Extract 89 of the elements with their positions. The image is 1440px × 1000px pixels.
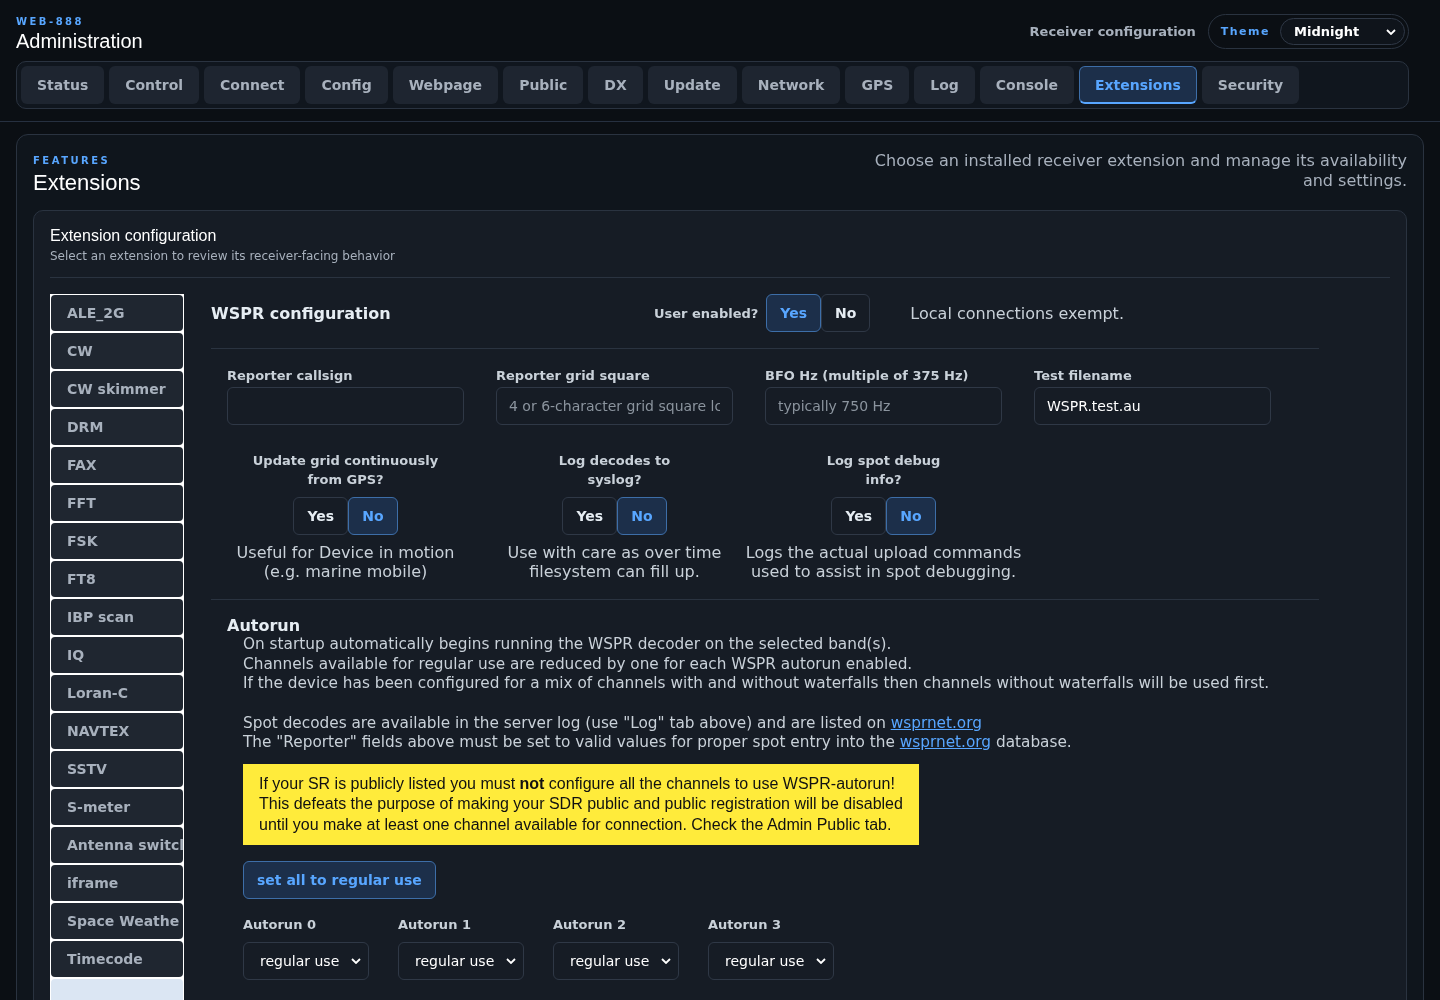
chevron-down-icon [351, 958, 361, 964]
field-label: User enabled? [654, 305, 759, 321]
toggle-option[interactable]: No [821, 294, 871, 332]
toggle-option[interactable]: Yes [766, 294, 821, 332]
input-field[interactable]: WSPR.test.au [1034, 387, 1271, 425]
section-eyebrow: FEATURES [33, 155, 112, 166]
wsprnet-link[interactable]: wsprnet.org [899, 733, 992, 751]
toggle-option[interactable]: Yes [562, 497, 618, 535]
chevron-down-icon [1386, 28, 1396, 35]
tab[interactable]: Webpage [392, 66, 499, 104]
field-label: Test filename [1034, 368, 1133, 383]
warning-banner: If your SR is publicly listed you must not configure all the channels to use WSPR-autorun! This defeats the purpose of making your SDR public and public registration will be disabled until you make at least one channel available for connection. Check the Admin Public tab. [243, 763, 919, 845]
chevron-down-icon [661, 958, 671, 964]
tab[interactable]: Config [305, 66, 388, 104]
autorun-text: Spot decodes are available in the server log (use "Log" tab above) and are listed on wsprnet.org [242, 713, 983, 733]
tab[interactable]: Control [109, 66, 200, 104]
extension-item[interactable]: FT8 [51, 561, 183, 597]
extension-item[interactable]: Timecode [51, 941, 183, 977]
extension-item[interactable]: DRM [51, 409, 183, 445]
input-field[interactable]: typically 750 Hz [765, 387, 1002, 425]
panel-title: Extension configuration [50, 227, 218, 245]
extension-item[interactable]: ALE_2G [51, 295, 183, 331]
extension-item[interactable]: FAX [51, 447, 183, 483]
toggle-label: Update grid continuously from GPS? [252, 452, 439, 489]
tab[interactable]: Network [741, 66, 841, 104]
autorun-select[interactable]: regular use [243, 942, 369, 980]
tab[interactable]: Connect [204, 66, 301, 104]
autorun-select[interactable]: regular use [708, 942, 834, 980]
set-all-button[interactable]: set all to regular use [243, 861, 436, 899]
autorun-label: Autorun 1 [398, 917, 472, 932]
tab[interactable]: Extensions [1078, 66, 1197, 104]
extension-item[interactable]: FSK [51, 523, 183, 559]
tab[interactable]: Public [503, 66, 584, 104]
extension-item[interactable]: iframe [51, 865, 183, 901]
section-description: Choose an installed receiver extension and manage its availability and settings. [873, 151, 1407, 191]
autorun-select[interactable]: regular use [398, 942, 524, 980]
autorun-label: Autorun 3 [708, 917, 782, 932]
tab[interactable]: DX [588, 66, 643, 104]
tab[interactable]: Console [979, 66, 1074, 104]
input-field[interactable] [227, 387, 464, 425]
extension-item[interactable]: Space Weathe [51, 903, 183, 939]
extension-item[interactable]: FFT [51, 485, 183, 521]
panel-subtitle: Select an extension to review its receiver-facing behavior [50, 249, 1390, 278]
extension-item[interactable]: IQ [51, 637, 183, 673]
toggle-option[interactable]: No [617, 497, 667, 535]
tab[interactable]: Update [647, 66, 737, 104]
autorun-label: Autorun 2 [553, 917, 627, 932]
autorun-select[interactable]: regular use [553, 942, 679, 980]
autorun-text: On startup automatically begins running the WSPR decoder on the selected band(s). [242, 635, 893, 655]
brand-label: WEB-888 [16, 16, 85, 27]
toggle-option[interactable]: Yes [293, 497, 349, 535]
field-label: Reporter callsign [227, 368, 354, 383]
autorun-text: Channels available for regular use are reduced by one for each WSPR autorun enabled. [242, 654, 914, 674]
extension-item[interactable]: Loran-C [51, 675, 183, 711]
extension-item[interactable]: S-meter [51, 789, 183, 825]
toggle-option[interactable]: No [886, 497, 936, 535]
chevron-down-icon [506, 958, 516, 964]
toggle-note: Use with care as over time filesystem can fill up. [507, 543, 722, 581]
autorun-title: Autorun [227, 616, 302, 635]
config-title: WSPR configuration [211, 303, 392, 323]
theme-label: Theme [1220, 25, 1270, 38]
toggle-note: Useful for Device in motion (e.g. marine mobile) [236, 543, 455, 581]
theme-select[interactable]: Midnight [1280, 18, 1405, 45]
tab[interactable]: Status [21, 66, 105, 104]
receiver-label: Receiver configuration [1029, 24, 1196, 39]
note-text: Local connections exempt. [910, 303, 1124, 323]
extension-item[interactable]: NAVTEX [51, 713, 183, 749]
extension-item[interactable]: SSTV [51, 751, 183, 787]
toggle-option[interactable]: Yes [831, 497, 887, 535]
autorun-label: Autorun 0 [243, 917, 317, 932]
page-title: Administration [16, 30, 143, 53]
extension-item[interactable]: CW [51, 333, 183, 369]
autorun-text: If the device has been configured for a mix of channels with and without waterfalls then channels without waterfalls will be used first. [242, 674, 1270, 694]
autorun-text: The "Reporter" fields above must be set to valid values for proper spot entry into the wsprnet.org database. [242, 733, 1073, 753]
extension-item[interactable]: CW skimmer [51, 371, 183, 407]
toggle-label: Log decodes to syslog? [558, 452, 671, 489]
tab[interactable]: GPS [845, 66, 910, 104]
extension-item[interactable]: Antenna switcl [51, 827, 183, 863]
extension-item[interactable]: IBP scan [51, 599, 183, 635]
section-title: Extensions [33, 170, 141, 196]
toggle-option[interactable]: No [348, 497, 398, 535]
toggle-label: Log spot debug info? [826, 452, 941, 489]
wsprnet-link[interactable]: wsprnet.org [890, 713, 982, 732]
tab[interactable]: Log [914, 66, 975, 104]
tab[interactable]: Security [1201, 66, 1300, 104]
field-label: Reporter grid square [496, 368, 651, 383]
field-label: BFO Hz (multiple of 375 Hz) [765, 368, 970, 383]
toggle-note: Logs the actual upload commands used to assist in spot debugging. [745, 543, 1022, 581]
chevron-down-icon [816, 958, 826, 964]
